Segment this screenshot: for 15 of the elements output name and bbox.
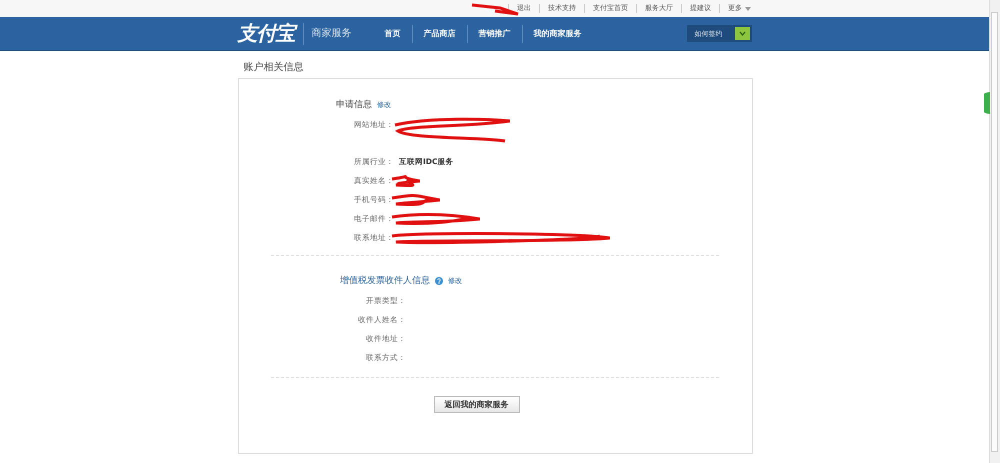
page-title: 账户相关信息 (242, 60, 304, 75)
section-title: 申请信息 (336, 98, 372, 111)
nav-link[interactable]: 我的商家服务 (522, 24, 592, 42)
floating-widget-icon[interactable] (984, 92, 990, 114)
dropdown-icon (734, 27, 750, 40)
section-title: 增值税发票收件人信息 (340, 274, 430, 287)
site-subtitle: 商家服务 (302, 22, 352, 44)
back-button[interactable]: 返回我的商家服务 (434, 396, 520, 413)
redaction-scribble (390, 173, 420, 189)
nav-link[interactable]: 产品商店 (412, 24, 466, 42)
caret-icon (745, 6, 751, 10)
help-icon[interactable] (435, 276, 443, 284)
nav-link[interactable]: 营销推广 (466, 24, 522, 42)
nav-link[interactable]: 首页 (374, 24, 412, 42)
redaction-scribble (390, 192, 440, 208)
